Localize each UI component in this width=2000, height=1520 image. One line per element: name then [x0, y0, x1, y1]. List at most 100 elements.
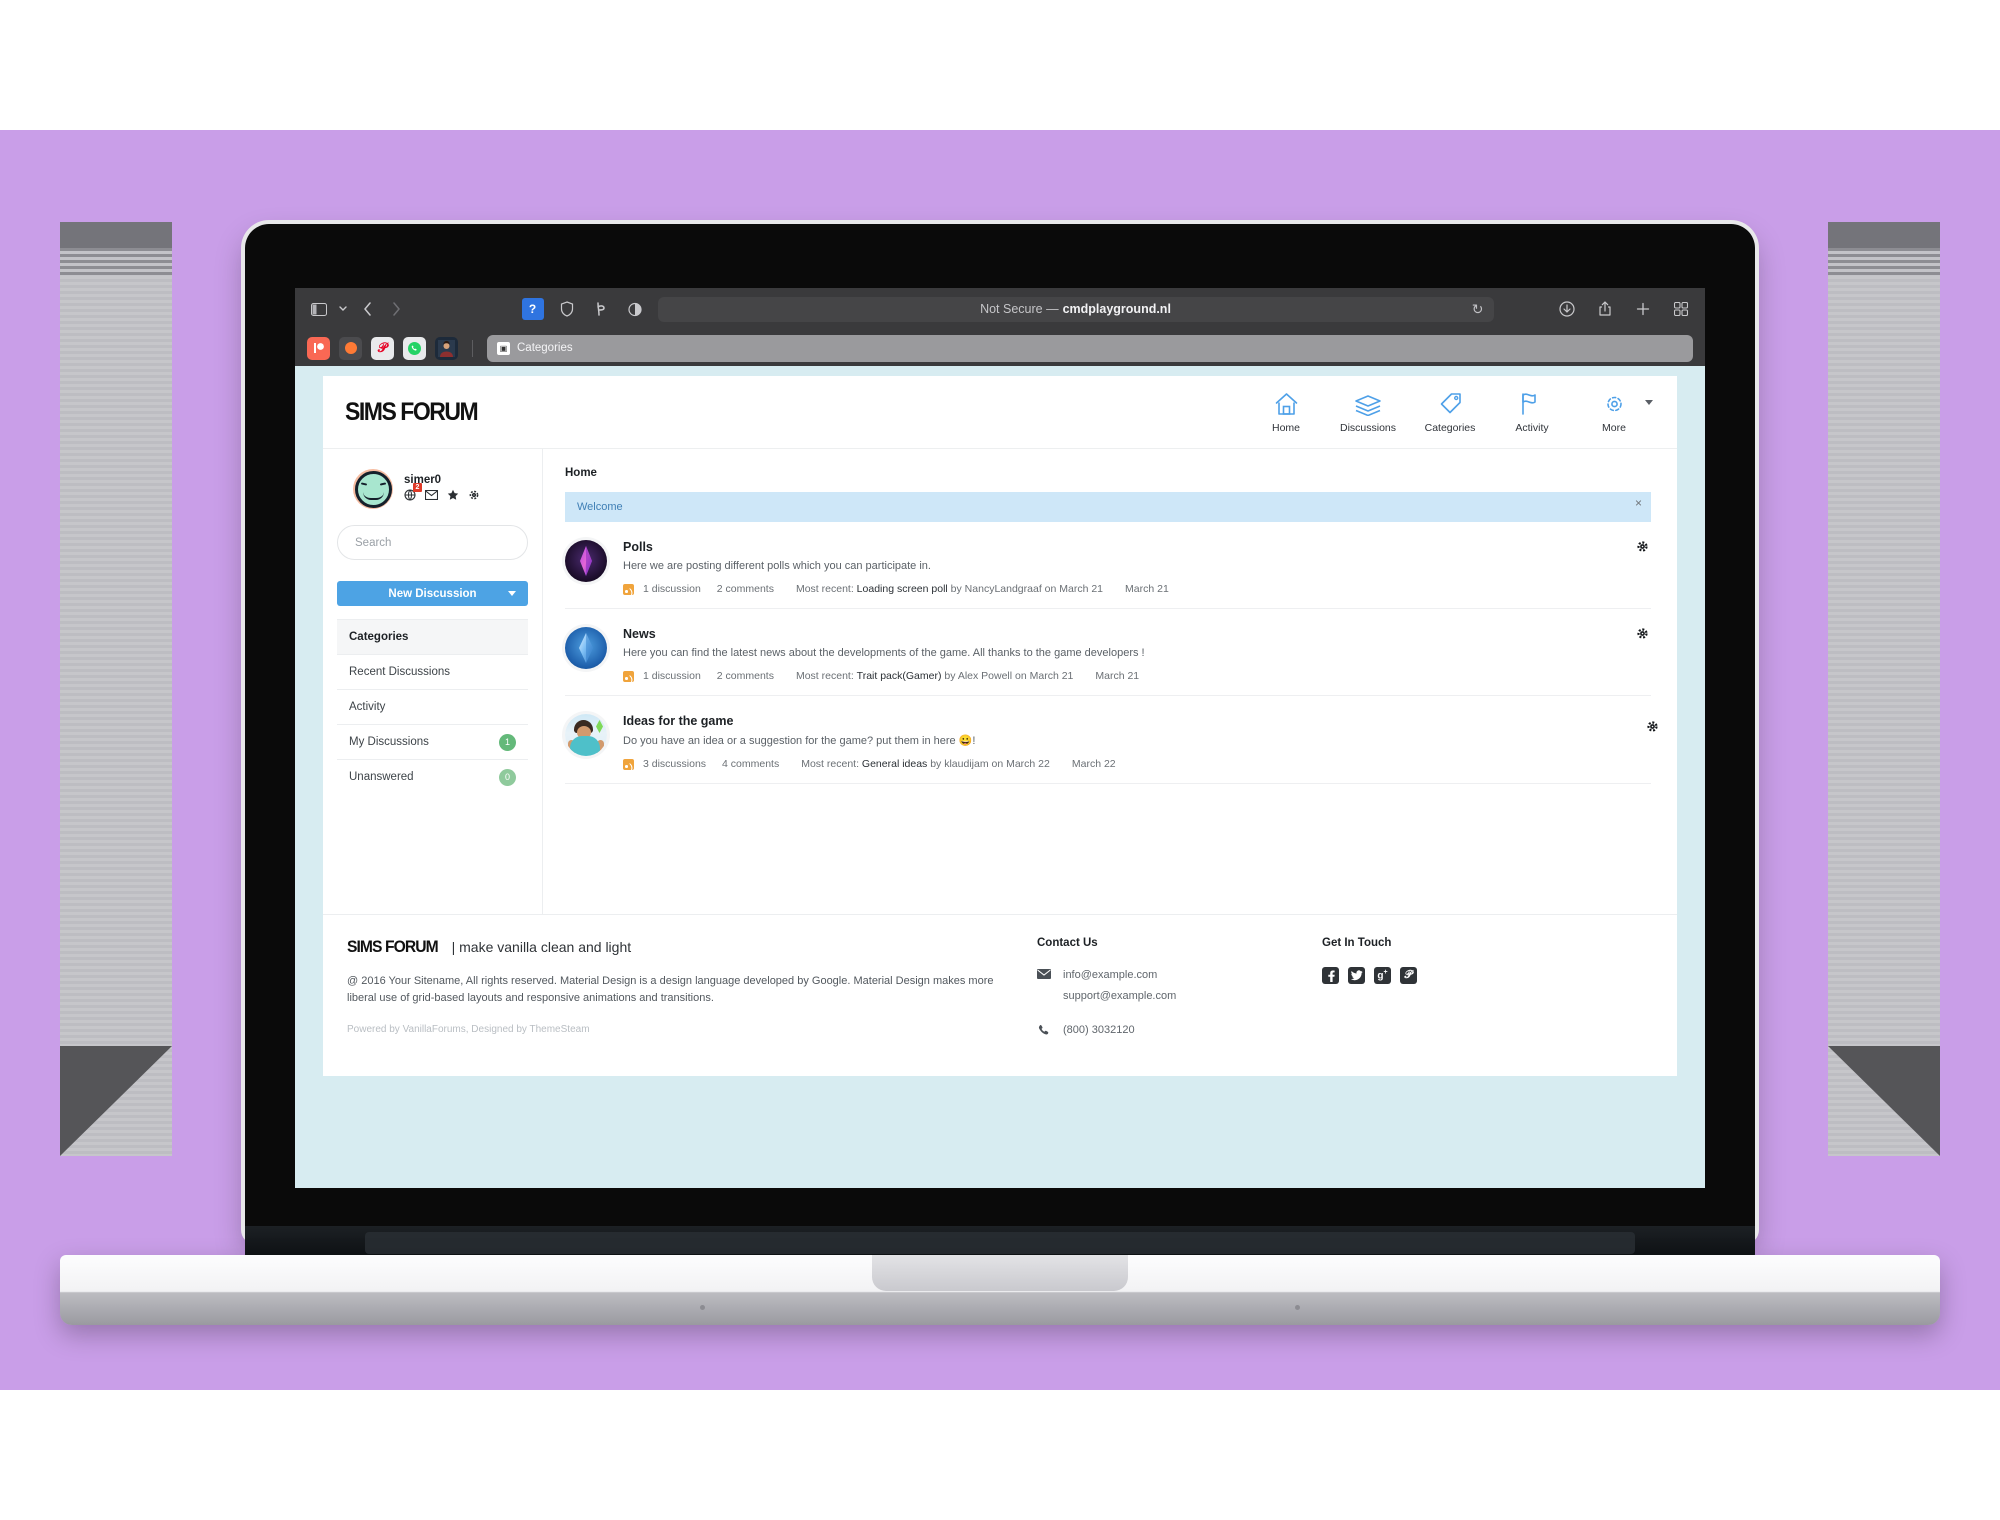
search-input[interactable]: [353, 535, 512, 550]
rss-icon[interactable]: [623, 758, 634, 770]
gear-icon[interactable]: [1646, 720, 1659, 736]
gear-icon[interactable]: [1636, 627, 1649, 643]
gear-icon[interactable]: [1636, 540, 1649, 556]
twitter-icon[interactable]: [1348, 967, 1365, 984]
google-plus-icon[interactable]: g+: [1374, 967, 1391, 984]
footer-logo: SIMS FORUM: [347, 937, 439, 956]
pinterest-favicon[interactable]: 𝒫: [371, 336, 394, 360]
address-bar[interactable]: Not Secure — cmdplayground.nl ↻: [657, 296, 1494, 322]
facebook-icon[interactable]: [1322, 967, 1339, 984]
most-recent-prefix: Most recent:: [795, 583, 854, 595]
contrast-extension-icon[interactable]: [624, 298, 646, 320]
category-title[interactable]: News: [623, 627, 1651, 641]
ribbon-cap: [1828, 222, 1940, 248]
chevron-down-icon[interactable]: [338, 299, 348, 319]
nav-item-activity[interactable]: Activity: [1491, 390, 1573, 434]
category-title[interactable]: Ideas for the game: [623, 714, 1651, 728]
nav-label: Activity: [1515, 422, 1549, 434]
category-date: March 21: [1095, 670, 1140, 682]
search-box[interactable]: [337, 525, 528, 560]
sidebar-item-categories[interactable]: Categories: [337, 620, 528, 655]
welcome-text[interactable]: Welcome: [577, 501, 623, 513]
most-recent-author: by klaudijam on March 22: [930, 758, 1050, 770]
tag-icon: [1438, 390, 1463, 416]
coil-favicon[interactable]: [339, 336, 362, 360]
question-badge-extension-icon[interactable]: ?: [521, 298, 544, 320]
avatar[interactable]: [353, 469, 393, 509]
decorative-ribbon-right: [1828, 222, 1940, 1156]
laptop-trackpad-notch: [872, 1255, 1128, 1291]
new-tab-icon[interactable]: [1633, 299, 1653, 319]
user-action-icons: 2: [404, 483, 480, 504]
most-recent-title[interactable]: Trait pack(Gamer): [857, 670, 942, 682]
most-recent-prefix: Most recent:: [795, 670, 854, 682]
sidebar-item-label: Recent Discussions: [349, 666, 450, 678]
discussion-count: 3 discussions: [643, 758, 707, 770]
category-row[interactable]: Polls Here we are posting different poll…: [565, 522, 1651, 609]
phone-icon: [1037, 1024, 1063, 1040]
globe-icon[interactable]: 2: [404, 483, 422, 504]
reload-icon[interactable]: ↻: [1472, 301, 1484, 318]
footer-email[interactable]: support@example.com: [1063, 990, 1176, 1002]
close-icon[interactable]: ×: [1635, 497, 1642, 509]
whatsapp-favicon[interactable]: [403, 336, 426, 360]
category-body: Ideas for the game Do you have an idea o…: [623, 714, 1651, 770]
most-recent-author: by NancyLandgraaf on March 21: [950, 583, 1104, 595]
back-arrow-icon[interactable]: [357, 299, 377, 319]
rss-icon[interactable]: [623, 583, 634, 595]
sidebar-nav: Categories Recent Discussions Activity M…: [337, 619, 528, 794]
gear-icon[interactable]: [468, 489, 480, 504]
notification-badge: 2: [413, 483, 422, 492]
nav-item-more[interactable]: More: [1573, 390, 1655, 434]
category-row[interactable]: News Here you can find the latest news a…: [565, 609, 1651, 696]
downloads-icon[interactable]: [1557, 299, 1577, 319]
site-logo[interactable]: SIMS FORUM: [345, 398, 479, 427]
star-icon[interactable]: [447, 489, 459, 504]
chevron-down-icon[interactable]: [1645, 400, 1653, 405]
category-title[interactable]: Polls: [623, 540, 1651, 554]
nav-item-categories[interactable]: Categories: [1409, 390, 1491, 434]
base-foot-dot: [1295, 1305, 1300, 1310]
profile-favicon[interactable]: [435, 336, 458, 360]
category-row[interactable]: Ideas for the game Do you have an idea o…: [565, 696, 1658, 784]
most-recent-title[interactable]: General ideas: [862, 758, 927, 770]
rss-icon[interactable]: [623, 670, 634, 682]
category-date: March 21: [1125, 583, 1169, 595]
plumbob-green-icon: [596, 720, 603, 733]
nav-item-discussions[interactable]: Discussions: [1327, 390, 1409, 434]
nav-item-home[interactable]: Home: [1245, 390, 1327, 434]
sidebar-item-recent-discussions[interactable]: Recent Discussions: [337, 655, 528, 690]
patreon-favicon[interactable]: [307, 336, 330, 360]
sidebar-item-unanswered[interactable]: Unanswered 0: [337, 760, 528, 794]
footer-copyright: @ 2016 Your Sitename, All rights reserve…: [347, 975, 994, 1005]
most-recent-title[interactable]: Loading screen poll: [857, 583, 948, 595]
chevron-down-icon[interactable]: [508, 591, 516, 596]
pinterest-icon[interactable]: 𝒫: [1400, 967, 1417, 984]
ribbon-foot: [60, 1046, 172, 1156]
sidebar-item-my-discussions[interactable]: My Discussions 1: [337, 725, 528, 760]
browser-tab-categories[interactable]: ▣ Categories: [487, 334, 1693, 362]
envelope-icon[interactable]: [424, 489, 439, 503]
site-footer: SIMS FORUM | make vanilla clean and ligh…: [323, 914, 1677, 1068]
ribbon-stripes: [60, 248, 172, 276]
new-discussion-button[interactable]: New Discussion: [337, 581, 528, 606]
web-page: SIMS FORUM Home Discussions Categories A…: [295, 366, 1705, 1188]
plumbob-purple-icon: [565, 540, 607, 582]
share-icon[interactable]: [1595, 299, 1615, 319]
tab-overview-icon[interactable]: [1671, 299, 1691, 319]
sidebar-item-activity[interactable]: Activity: [337, 690, 528, 725]
nav-label: Categories: [1424, 422, 1476, 434]
footer-email[interactable]: info@example.com: [1063, 969, 1176, 981]
favorites-separator: [472, 339, 473, 357]
category-description: Here you can find the latest news about …: [623, 647, 1145, 659]
envelope-icon: [1037, 969, 1063, 1002]
most-recent-author: by Alex Powell on March 21: [944, 670, 1074, 682]
shield-extension-icon[interactable]: [556, 298, 578, 320]
honey-extension-icon[interactable]: [590, 298, 612, 320]
sidebar-toggle-icon[interactable]: [309, 299, 329, 319]
main-content: Home Welcome × Polls Here we are posting…: [543, 449, 1677, 914]
ribbon-stripes: [1828, 248, 1940, 276]
footer-phone[interactable]: (800) 3032120: [1063, 1024, 1135, 1040]
sidebar-item-count: 0: [499, 768, 516, 786]
breadcrumb: Home: [565, 467, 597, 479]
